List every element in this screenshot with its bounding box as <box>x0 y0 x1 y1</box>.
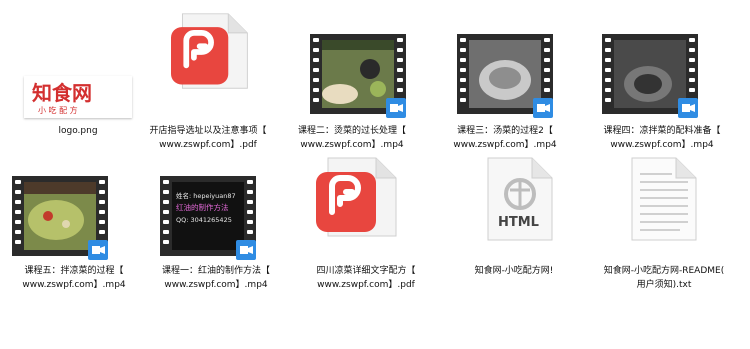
file-name: 课程二：烫菜的过长处理【 www.zswpf.com】.mp4 <box>297 126 406 150</box>
pdf-icon <box>171 13 248 89</box>
video-overlay-line3: QQ: 3041265425 <box>176 216 232 224</box>
video-overlay-line2: 红油的制作方法 <box>176 202 229 212</box>
video-icon <box>12 176 108 260</box>
image-icon: 知食网 小 吃 配 方 <box>24 76 132 118</box>
file-item-course-1[interactable]: 姓名: hepeiyuan87 红油的制作方法 QQ: 3041265425 课… <box>146 170 286 290</box>
file-item-course-5[interactable]: 课程五：拌凉菜的过程【 www.zswpf.com】.mp4 <box>4 170 144 290</box>
pdf-icon <box>316 157 397 237</box>
video-icon: 姓名: hepeiyuan87 红油的制作方法 QQ: 3041265425 <box>160 176 256 260</box>
video-icon <box>310 34 406 118</box>
file-name: 课程五：拌凉菜的过程【 www.zswpf.com】.mp4 <box>22 266 126 290</box>
file-item-course-2[interactable]: 课程二：烫菜的过长处理【 www.zswpf.com】.mp4 <box>282 30 422 150</box>
file-item-pdf-guide[interactable]: 开店指导选址以及注意事项【 www.zswpf.com】.pdf <box>138 13 278 150</box>
html-icon-label: HTML <box>498 215 539 230</box>
logo-title: 知食网 <box>32 81 92 105</box>
file-name: 四川凉菜详细文字配方【 www.zswpf.com】.pdf <box>316 266 416 290</box>
file-item-html[interactable]: HTML 知食网-小吃配方网! <box>444 157 584 290</box>
file-name: 课程一：红油的制作方法【 www.zswpf.com】.mp4 <box>161 266 270 290</box>
html-file-icon: HTML <box>487 157 553 241</box>
logo-subtitle: 小 吃 配 方 <box>38 105 78 115</box>
file-name: 知食网-小吃配方网-README( 用户须知).txt <box>603 266 725 290</box>
file-name: 知食网-小吃配方网! <box>474 266 554 276</box>
file-item-logo[interactable]: 知食网 小 吃 配 方 logo.png <box>8 30 148 140</box>
file-name: 开店指导选址以及注意事项【 www.zswpf.com】.pdf <box>149 126 267 150</box>
text-file-icon <box>631 157 697 241</box>
file-name: 课程四：凉拌菜的配料准备【 www.zswpf.com】.mp4 <box>603 126 721 150</box>
video-overlay-line1: 姓名: hepeiyuan87 <box>176 191 236 200</box>
file-item-readme[interactable]: 知食网-小吃配方网-README( 用户须知).txt <box>594 157 734 290</box>
video-icon <box>602 34 698 118</box>
file-item-pdf-recipes[interactable]: 四川凉菜详细文字配方【 www.zswpf.com】.pdf <box>296 157 436 290</box>
file-name: logo.png <box>58 126 98 136</box>
file-name: 课程三：汤菜的过程2【 www.zswpf.com】.mp4 <box>453 126 557 150</box>
file-item-course-3[interactable]: 课程三：汤菜的过程2【 www.zswpf.com】.mp4 <box>435 30 575 150</box>
video-icon <box>457 34 553 118</box>
file-item-course-4[interactable]: 课程四：凉拌菜的配料准备【 www.zswpf.com】.mp4 <box>592 30 732 150</box>
